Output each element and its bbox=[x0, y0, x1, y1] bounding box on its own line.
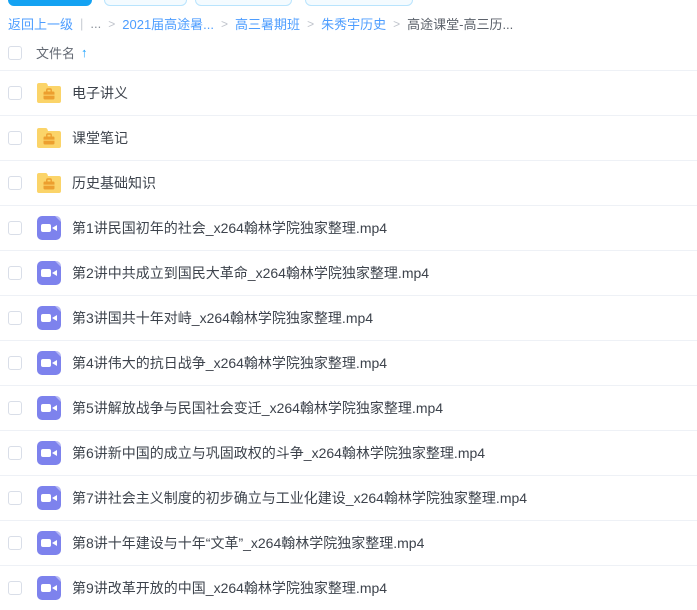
toolbar-button-2[interactable] bbox=[104, 0, 187, 6]
row-checkbox[interactable] bbox=[8, 446, 22, 460]
video-file-icon bbox=[37, 486, 61, 510]
file-name-label: 第8讲十年建设与十年“文革”_x264翰林学院独家整理.mp4 bbox=[72, 533, 424, 553]
row-icon-wrap bbox=[36, 486, 62, 510]
table-row[interactable]: 历史基础知识 bbox=[0, 161, 697, 206]
table-row[interactable]: 第6讲新中国的成立与巩固政权的斗争_x264翰林学院独家整理.mp4 bbox=[0, 431, 697, 476]
breadcrumb-back-link[interactable]: 返回上一级 bbox=[8, 14, 73, 33]
row-icon-wrap bbox=[36, 306, 62, 330]
table-row[interactable]: 电子讲义 bbox=[0, 71, 697, 116]
file-list-header: 文件名 ↑ bbox=[0, 35, 697, 71]
row-checkbox[interactable] bbox=[8, 221, 22, 235]
toolbar-button-3[interactable] bbox=[195, 0, 292, 6]
file-name-label: 第9讲改革开放的中国_x264翰林学院独家整理.mp4 bbox=[72, 578, 387, 598]
table-row[interactable]: 第1讲民国初年的社会_x264翰林学院独家整理.mp4 bbox=[0, 206, 697, 251]
row-checkbox[interactable] bbox=[8, 491, 22, 505]
sort-ascending-icon[interactable]: ↑ bbox=[81, 45, 88, 60]
row-checkbox[interactable] bbox=[8, 401, 22, 415]
file-name-label: 第6讲新中国的成立与巩固政权的斗争_x264翰林学院独家整理.mp4 bbox=[72, 443, 485, 463]
file-name-label: 第4讲伟大的抗日战争_x264翰林学院独家整理.mp4 bbox=[72, 353, 387, 373]
video-file-icon bbox=[37, 351, 61, 375]
video-file-icon bbox=[37, 441, 61, 465]
file-name-label: 第1讲民国初年的社会_x264翰林学院独家整理.mp4 bbox=[72, 218, 387, 238]
row-icon-wrap bbox=[36, 261, 62, 285]
table-row[interactable]: 第9讲改革开放的中国_x264翰林学院独家整理.mp4 bbox=[0, 566, 697, 610]
row-icon-wrap bbox=[36, 576, 62, 600]
file-name-label: 电子讲义 bbox=[72, 83, 128, 103]
toolbar bbox=[0, 0, 697, 8]
select-all-checkbox[interactable] bbox=[8, 46, 22, 60]
table-row[interactable]: 第8讲十年建设与十年“文革”_x264翰林学院独家整理.mp4 bbox=[0, 521, 697, 566]
row-icon-wrap bbox=[36, 81, 62, 105]
breadcrumb-divider: | bbox=[80, 16, 83, 31]
breadcrumb-separator: > bbox=[108, 17, 115, 31]
table-row[interactable]: 课堂笔记 bbox=[0, 116, 697, 161]
row-checkbox[interactable] bbox=[8, 86, 22, 100]
file-manager-page: 返回上一级 | ... > 2021届高途暑... > 高三暑期班 > 朱秀宇历… bbox=[0, 0, 697, 610]
table-row[interactable]: 第3讲国共十年对峙_x264翰林学院独家整理.mp4 bbox=[0, 296, 697, 341]
file-name-label: 第2讲中共成立到国民大革命_x264翰林学院独家整理.mp4 bbox=[72, 263, 429, 283]
row-icon-wrap bbox=[36, 531, 62, 555]
row-icon-wrap bbox=[36, 171, 62, 195]
table-row[interactable]: 第7讲社会主义制度的初步确立与工业化建设_x264翰林学院独家整理.mp4 bbox=[0, 476, 697, 521]
video-file-icon bbox=[37, 396, 61, 420]
file-name-label: 课堂笔记 bbox=[72, 128, 128, 148]
row-checkbox[interactable] bbox=[8, 176, 22, 190]
video-file-icon bbox=[37, 261, 61, 285]
video-file-icon bbox=[37, 306, 61, 330]
row-icon-wrap bbox=[36, 351, 62, 375]
file-name-label: 第7讲社会主义制度的初步确立与工业化建设_x264翰林学院独家整理.mp4 bbox=[72, 488, 527, 508]
table-row[interactable]: 第5讲解放战争与民国社会变迁_x264翰林学院独家整理.mp4 bbox=[0, 386, 697, 431]
folder-icon bbox=[36, 172, 62, 194]
row-checkbox[interactable] bbox=[8, 131, 22, 145]
video-file-icon bbox=[37, 531, 61, 555]
breadcrumb-separator: > bbox=[393, 17, 400, 31]
row-checkbox[interactable] bbox=[8, 356, 22, 370]
video-file-icon bbox=[37, 576, 61, 600]
file-name-label: 历史基础知识 bbox=[72, 173, 156, 193]
file-name-label: 第3讲国共十年对峙_x264翰林学院独家整理.mp4 bbox=[72, 308, 373, 328]
breadcrumb-separator: > bbox=[307, 17, 314, 31]
breadcrumb-current: 高途课堂-高三历... bbox=[407, 14, 513, 33]
breadcrumb-link-2[interactable]: 高三暑期班 bbox=[235, 14, 300, 33]
row-checkbox[interactable] bbox=[8, 266, 22, 280]
toolbar-button-1[interactable] bbox=[8, 0, 92, 6]
file-name-label: 第5讲解放战争与民国社会变迁_x264翰林学院独家整理.mp4 bbox=[72, 398, 443, 418]
file-list: 电子讲义 课堂笔记 bbox=[0, 71, 697, 610]
row-icon-wrap bbox=[36, 396, 62, 420]
breadcrumb: 返回上一级 | ... > 2021届高途暑... > 高三暑期班 > 朱秀宇历… bbox=[0, 8, 697, 35]
breadcrumb-link-1[interactable]: 2021届高途暑... bbox=[122, 14, 214, 33]
table-row[interactable]: 第4讲伟大的抗日战争_x264翰林学院独家整理.mp4 bbox=[0, 341, 697, 386]
toolbar-button-4[interactable] bbox=[305, 0, 413, 6]
row-icon-wrap bbox=[36, 441, 62, 465]
table-row[interactable]: 第2讲中共成立到国民大革命_x264翰林学院独家整理.mp4 bbox=[0, 251, 697, 296]
breadcrumb-separator: > bbox=[221, 17, 228, 31]
row-checkbox[interactable] bbox=[8, 311, 22, 325]
row-checkbox[interactable] bbox=[8, 581, 22, 595]
row-icon-wrap bbox=[36, 126, 62, 150]
breadcrumb-link-3[interactable]: 朱秀宇历史 bbox=[321, 14, 386, 33]
folder-icon bbox=[36, 82, 62, 104]
row-checkbox[interactable] bbox=[8, 536, 22, 550]
filename-column-header: 文件名 bbox=[36, 43, 75, 62]
folder-icon bbox=[36, 127, 62, 149]
row-icon-wrap bbox=[36, 216, 62, 240]
breadcrumb-ellipsis[interactable]: ... bbox=[90, 16, 101, 31]
video-file-icon bbox=[37, 216, 61, 240]
